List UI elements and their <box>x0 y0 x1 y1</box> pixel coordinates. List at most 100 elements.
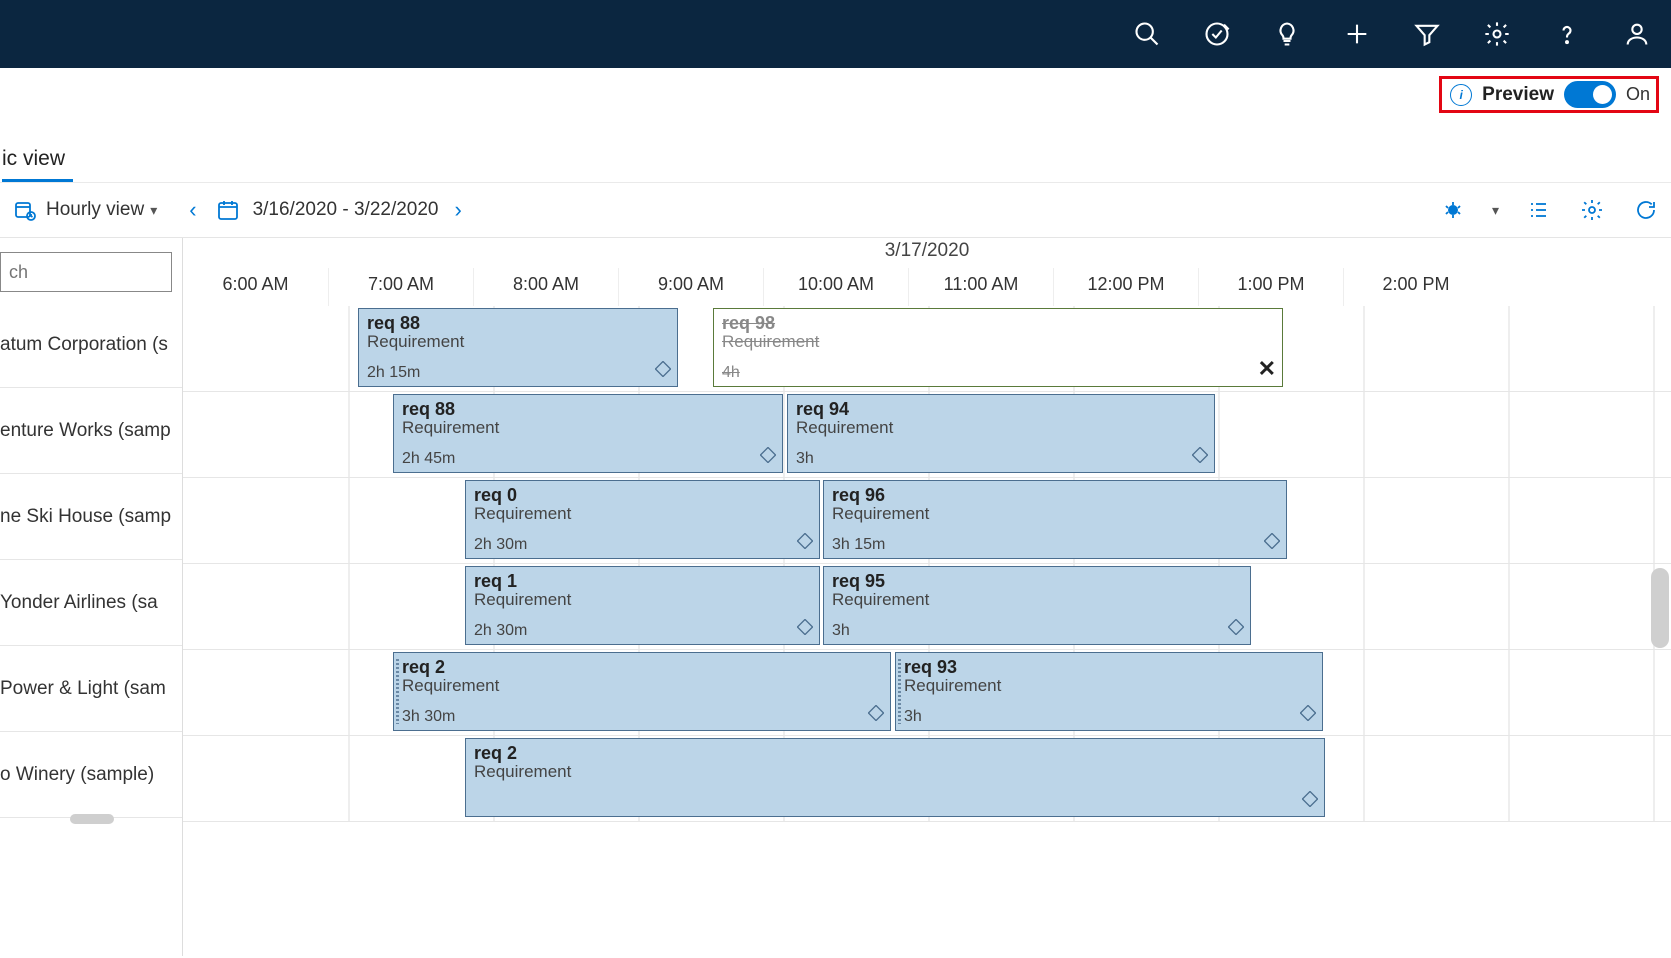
grid-row[interactable]: req 88Requirement2h 45mreq 94Requirement… <box>183 392 1671 478</box>
resource-row[interactable]: enture Works (samp <box>0 388 182 474</box>
resource-column: atum Corporation (senture Works (sampne … <box>0 238 183 956</box>
booking-status-icon <box>1302 791 1318 812</box>
booking[interactable]: req 88Requirement 2h 15m <box>358 308 678 387</box>
booking[interactable]: req 96Requirement 3h 15m <box>823 480 1287 559</box>
booking-title: req 95 <box>832 571 1242 592</box>
resource-row[interactable]: ne Ski House (samp <box>0 474 182 560</box>
preview-label: Preview <box>1482 84 1554 106</box>
booking[interactable]: req 95Requirement3h <box>823 566 1251 645</box>
booking[interactable]: req 88Requirement2h 45m <box>393 394 783 473</box>
booking-title: req 96 <box>832 485 1278 506</box>
booking-status-icon <box>1192 447 1208 468</box>
booking-subtitle: Requirement <box>474 762 1316 782</box>
booking-duration: 2h 15m <box>367 364 669 382</box>
time-column-header: 10:00 AM <box>763 268 908 306</box>
grid-row[interactable]: req 1Requirement 2h 30m req 95Requirement3… <box>183 564 1671 650</box>
booking-duration: 3h <box>832 622 1242 640</box>
booking-title: req 88 <box>402 399 774 420</box>
bulb-icon[interactable] <box>1263 10 1311 58</box>
booking-title: req 94 <box>796 399 1206 420</box>
booking-title: req 2 <box>474 743 1316 764</box>
booking-status-icon <box>868 705 884 726</box>
date-header: 3/17/2020 <box>183 238 1671 268</box>
time-column-header: 2:00 PM <box>1343 268 1488 306</box>
booking-subtitle: Requirement <box>722 332 1274 352</box>
v-scroll-thumb[interactable] <box>1651 568 1669 648</box>
booking-subtitle: Requirement <box>832 504 1278 524</box>
booking-title: req 88 <box>367 313 669 334</box>
filter-icon[interactable] <box>1403 10 1451 58</box>
booking-subtitle: Requirement <box>474 590 811 610</box>
booking[interactable]: req 2Requirement <box>465 738 1325 817</box>
book-dropdown-chevron-icon[interactable]: ▾ <box>1492 202 1499 219</box>
view-tab-current[interactable]: ic view <box>2 147 73 182</box>
booking-subtitle: Requirement <box>367 332 669 352</box>
time-column-header: 1:00 PM <box>1198 268 1343 306</box>
booking-status-icon <box>760 447 776 468</box>
booking-subtitle: Requirement <box>904 676 1314 696</box>
preview-state-label: On <box>1626 84 1650 105</box>
booking-title: req 1 <box>474 571 811 592</box>
search-icon[interactable] <box>1123 10 1171 58</box>
cancel-icon: ✕ <box>1258 356 1276 382</box>
booking-duration: 3h <box>904 708 1314 726</box>
grid-row[interactable]: req 0Requirement2h 30m req 96Requirement 3… <box>183 478 1671 564</box>
resource-row[interactable]: atum Corporation (s <box>0 302 182 388</box>
preview-toggle-box: i Preview On <box>1439 76 1659 113</box>
grid-row[interactable]: req 2Requirement <box>183 736 1671 822</box>
booking-status-icon <box>797 619 813 640</box>
booking-subtitle: Requirement <box>402 676 882 696</box>
calendar-clock-icon <box>10 195 40 225</box>
app-header <box>0 0 1671 68</box>
settings-icon[interactable] <box>1473 10 1521 58</box>
preview-toggle[interactable] <box>1564 81 1616 108</box>
booking-title: req 0 <box>474 485 811 506</box>
refresh-icon[interactable] <box>1631 195 1661 225</box>
calendar-icon <box>213 195 243 225</box>
date-range-picker[interactable]: 3/16/2020 - 3/22/2020 <box>213 195 439 225</box>
booking[interactable]: req 0Requirement2h 30m <box>465 480 820 559</box>
booking[interactable]: req 94Requirement3h <box>787 394 1215 473</box>
prev-week-button[interactable]: ‹ <box>189 197 196 223</box>
date-range-label: 3/16/2020 - 3/22/2020 <box>253 199 439 221</box>
info-icon[interactable]: i <box>1450 84 1472 106</box>
drag-handle-icon[interactable] <box>898 659 901 724</box>
booking-duration: 3h <box>796 450 1206 468</box>
chevron-down-icon: ▾ <box>150 202 157 219</box>
schedule-toolbar: Hourly view ▾ ‹ 3/16/2020 - 3/22/2020 › … <box>0 183 1671 238</box>
person-icon[interactable] <box>1613 10 1661 58</box>
booking[interactable]: req 1Requirement 2h 30m <box>465 566 820 645</box>
board-settings-icon[interactable] <box>1577 195 1607 225</box>
schedule-grid: 3/17/2020 6:00 AM7:00 AM8:00 AM9:00 AM10… <box>183 238 1671 956</box>
booking[interactable]: req 98Requirement 4h✕ <box>713 308 1283 387</box>
schedule-board: atum Corporation (senture Works (sampne … <box>0 238 1671 956</box>
next-week-button[interactable]: › <box>455 197 462 223</box>
resource-row[interactable]: Yonder Airlines (sa <box>0 560 182 646</box>
grid-row[interactable]: req 88Requirement2h 15mreq 98Requirement… <box>183 306 1671 392</box>
task-check-icon[interactable] <box>1193 10 1241 58</box>
search-input[interactable] <box>0 252 172 292</box>
booking[interactable]: req 2Requirement3h 30m <box>393 652 891 731</box>
plus-icon[interactable] <box>1333 10 1381 58</box>
help-icon[interactable] <box>1543 10 1591 58</box>
preview-bar: i Preview On <box>0 68 1671 113</box>
list-icon[interactable] <box>1523 195 1553 225</box>
view-tabs: ic view <box>0 113 1671 183</box>
booking-status-icon <box>1264 533 1280 554</box>
h-scroll-thumb[interactable] <box>70 814 114 824</box>
drag-handle-icon[interactable] <box>396 659 399 724</box>
booking-title: req 98 <box>722 313 1274 334</box>
book-icon[interactable] <box>1438 195 1468 225</box>
booking[interactable]: req 93Requirement3h <box>895 652 1323 731</box>
resource-row[interactable]: Power & Light (sam <box>0 646 182 732</box>
time-column-header: 8:00 AM <box>473 268 618 306</box>
time-column-header: 9:00 AM <box>618 268 763 306</box>
booking-status-icon <box>655 361 671 382</box>
booking-duration: 3h 15m <box>832 536 1278 554</box>
resource-row[interactable]: o Winery (sample) <box>0 732 182 818</box>
grid-row[interactable]: req 2Requirement3h 30mreq 93Requirement3… <box>183 650 1671 736</box>
booking-duration: 4h <box>722 364 1274 382</box>
view-mode-dropdown[interactable]: Hourly view ▾ <box>10 195 157 225</box>
booking-duration: 2h 30m <box>474 622 811 640</box>
time-header: 6:00 AM7:00 AM8:00 AM9:00 AM10:00 AM11:0… <box>183 268 1671 306</box>
